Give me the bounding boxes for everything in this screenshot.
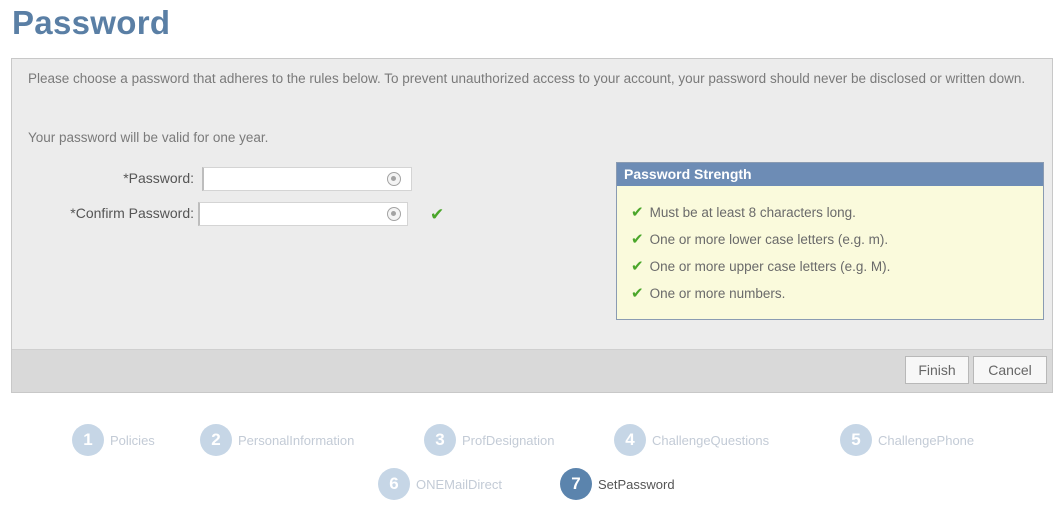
wizard-step-1[interactable]: 1 Policies xyxy=(72,424,155,456)
strength-rule: ✔ One or more lower case letters (e.g. m… xyxy=(631,232,888,247)
step-label: Policies xyxy=(110,432,155,448)
step-label: ProfDesignation xyxy=(462,432,555,448)
check-icon: ✔ xyxy=(631,285,644,302)
wizard-step-4[interactable]: 4 ChallengeQuestions xyxy=(614,424,769,456)
step-number: 7 xyxy=(560,468,592,500)
check-icon: ✔ xyxy=(631,204,644,221)
finish-button[interactable]: Finish xyxy=(905,356,969,384)
step-label: SetPassword xyxy=(598,476,675,492)
intro-text: Please choose a password that adheres to… xyxy=(28,71,1026,86)
strength-rule: ✔ Must be at least 8 characters long. xyxy=(631,205,856,220)
step-label: ONEMailDirect xyxy=(416,476,502,492)
wizard-step-3[interactable]: 3 ProfDesignation xyxy=(424,424,555,456)
wizard-step-5[interactable]: 5 ChallengePhone xyxy=(840,424,974,456)
step-number: 4 xyxy=(614,424,646,456)
wizard-step-2[interactable]: 2 PersonalInformation xyxy=(200,424,354,456)
step-label: PersonalInformation xyxy=(238,432,355,448)
step-number: 3 xyxy=(424,424,456,456)
password-label: *Password: xyxy=(123,170,194,186)
strength-rule-text: One or more numbers. xyxy=(649,286,786,301)
confirm-match-check-icon: ✔ xyxy=(430,205,445,224)
step-number: 5 xyxy=(840,424,872,456)
strength-rule: ✔ One or more upper case letters (e.g. M… xyxy=(631,259,890,274)
step-number: 2 xyxy=(200,424,232,456)
step-label: ChallengeQuestions xyxy=(652,432,770,448)
password-input[interactable] xyxy=(202,167,412,191)
step-label: ChallengePhone xyxy=(878,432,975,448)
check-icon: ✔ xyxy=(631,231,644,248)
step-number: 6 xyxy=(378,468,410,500)
action-bar: Finish Cancel xyxy=(12,349,1052,392)
show-password-icon[interactable] xyxy=(387,172,401,186)
validity-text: Your password will be valid for one year… xyxy=(28,130,269,145)
strength-rule: ✔ One or more numbers. xyxy=(631,286,785,301)
show-confirm-password-icon[interactable] xyxy=(387,207,401,221)
step-number: 1 xyxy=(72,424,104,456)
confirm-password-input[interactable] xyxy=(198,202,408,226)
check-icon: ✔ xyxy=(631,258,644,275)
strength-rule-text: One or more lower case letters (e.g. m). xyxy=(649,232,889,247)
strength-rule-text: One or more upper case letters (e.g. M). xyxy=(649,259,891,274)
password-panel: Please choose a password that adheres to… xyxy=(11,58,1053,393)
confirm-password-label: *Confirm Password: xyxy=(70,205,194,221)
password-strength-box: Password Strength ✔ Must be at least 8 c… xyxy=(616,162,1044,320)
strength-title: Password Strength xyxy=(617,163,1043,186)
page-title: Password xyxy=(12,4,171,41)
wizard-step-7[interactable]: 7 SetPassword xyxy=(560,468,675,500)
strength-rule-text: Must be at least 8 characters long. xyxy=(649,205,856,220)
cancel-button[interactable]: Cancel xyxy=(973,356,1047,384)
wizard-step-6[interactable]: 6 ONEMailDirect xyxy=(378,468,502,500)
